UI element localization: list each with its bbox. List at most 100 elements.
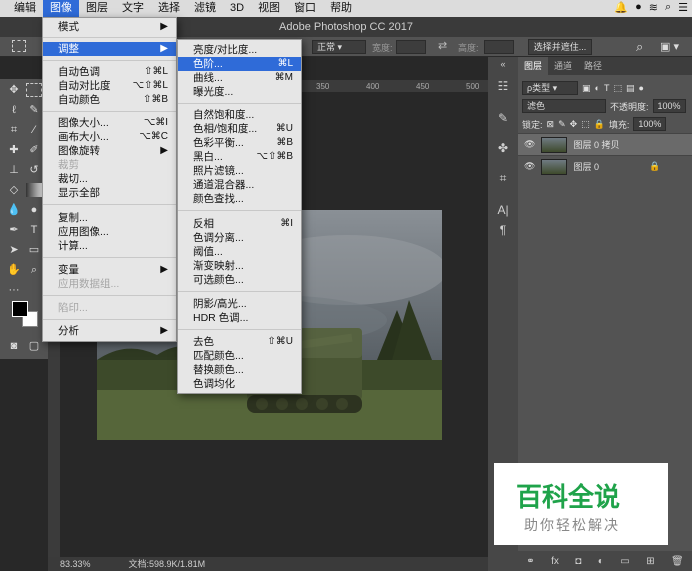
- fx-icon[interactable]: fx: [551, 556, 559, 567]
- add-mask-icon[interactable]: ◘: [575, 556, 581, 567]
- menu-item-vibrance[interactable]: 自然饱和度...: [178, 108, 301, 122]
- menu-layer[interactable]: 图层: [79, 0, 115, 17]
- collapse-icon[interactable]: «: [496, 59, 510, 73]
- menu-item-auto-color[interactable]: 自动颜色 ⇧⌘B: [43, 93, 176, 107]
- zoom-tool-icon[interactable]: ⌕: [26, 263, 42, 277]
- hand-tool-icon[interactable]: ✋: [6, 263, 22, 277]
- fill-field[interactable]: 100%: [633, 117, 667, 131]
- user-icon[interactable]: ●: [635, 1, 642, 14]
- eraser-tool-icon[interactable]: ◇: [6, 183, 22, 197]
- menu-item-channel-mixer[interactable]: 通道混合器...: [178, 178, 301, 192]
- menu-item-mode[interactable]: 模式 ▶: [43, 20, 176, 34]
- menu-item-shadows-highlights[interactable]: 阴影/高光...: [178, 297, 301, 311]
- search-icon[interactable]: ⌕: [636, 39, 643, 55]
- menu-item-exposure[interactable]: 曝光度...: [178, 85, 301, 99]
- pen-tool-icon[interactable]: ✒: [6, 223, 22, 237]
- filter-adjust-icon[interactable]: ◐: [595, 83, 600, 93]
- menu-item-selective-color[interactable]: 可选颜色...: [178, 273, 301, 287]
- lock-position-icon[interactable]: ✥: [570, 119, 578, 130]
- menu-item-analysis[interactable]: 分析 ▶: [43, 324, 176, 338]
- menu-item-duplicate[interactable]: 复制...: [43, 211, 176, 225]
- menu-item-hue-saturation[interactable]: 色相/饱和度... ⌘U: [178, 122, 301, 136]
- visibility-eye-icon[interactable]: 👁: [524, 139, 535, 150]
- filter-image-icon[interactable]: ▣: [582, 83, 591, 94]
- width-field[interactable]: [396, 40, 426, 54]
- character-panel-icon[interactable]: A|: [496, 203, 510, 217]
- crop-panel-icon[interactable]: ⌗: [496, 171, 510, 185]
- move-tool-icon[interactable]: ✥: [6, 83, 22, 97]
- group-folder-icon[interactable]: ▭: [620, 556, 629, 567]
- wifi-icon[interactable]: ≋: [649, 1, 658, 14]
- eyedropper-icon[interactable]: ⁄: [26, 123, 42, 137]
- lock-all-icon[interactable]: 🔒: [594, 119, 605, 130]
- menu-item-trim[interactable]: 裁切...: [43, 172, 176, 186]
- new-layer-icon[interactable]: ⊞: [646, 556, 654, 567]
- menu-item-invert[interactable]: 反相 ⌘I: [178, 217, 301, 231]
- type-tool-icon[interactable]: T: [26, 223, 42, 237]
- layer-row[interactable]: 👁 图层 0 🔒: [518, 155, 692, 177]
- blend-mode-select[interactable]: 滤色: [522, 99, 606, 113]
- menu-item-desaturate[interactable]: 去色 ⇧⌘U: [178, 335, 301, 349]
- menu-item-reveal-all[interactable]: 显示全部: [43, 186, 176, 200]
- menu-item-auto-tone[interactable]: 自动色调 ⇧⌘L: [43, 65, 176, 79]
- visibility-eye-icon[interactable]: 👁: [524, 161, 535, 172]
- menu-item-hdr-toning[interactable]: HDR 色调...: [178, 311, 301, 325]
- shape-tool-icon[interactable]: ▭: [26, 243, 42, 257]
- foreground-color-swatch[interactable]: [12, 301, 28, 317]
- menu-item-black-white[interactable]: 黑白... ⌥⇧⌘B: [178, 150, 301, 164]
- menu-item-image-rotation[interactable]: 图像旋转 ▶: [43, 144, 176, 158]
- list-icon[interactable]: ☰: [678, 1, 688, 14]
- menu-item-image-size[interactable]: 图像大小... ⌥⌘I: [43, 116, 176, 130]
- menu-item-canvas-size[interactable]: 画布大小... ⌥⌘C: [43, 130, 176, 144]
- layer-row[interactable]: 👁 图层 0 拷贝: [518, 133, 692, 155]
- menu-item-color-balance[interactable]: 色彩平衡... ⌘B: [178, 136, 301, 150]
- menu-window[interactable]: 窗口: [287, 0, 323, 17]
- lock-pixels-icon[interactable]: ⊠: [547, 119, 555, 130]
- trash-icon[interactable]: 🗑: [671, 556, 684, 567]
- filter-shape-icon[interactable]: ⬚: [613, 83, 622, 94]
- history-panel-icon[interactable]: ☷: [496, 79, 510, 93]
- link-layers-icon[interactable]: ⚭: [526, 556, 534, 567]
- filter-smart-icon[interactable]: ▤: [626, 83, 635, 94]
- lock-paint-icon[interactable]: ✎: [558, 119, 566, 130]
- menu-item-auto-contrast[interactable]: 自动对比度 ⌥⇧⌘L: [43, 79, 176, 93]
- layer-filter-select[interactable]: ρ类型 ▾: [522, 81, 578, 95]
- quick-mask-icon[interactable]: ◙: [6, 339, 22, 353]
- menu-item-match-color[interactable]: 匹配颜色...: [178, 349, 301, 363]
- quick-select-icon[interactable]: ✎: [26, 103, 42, 117]
- menu-view[interactable]: 视图: [251, 0, 287, 17]
- brush-settings-icon[interactable]: ✎: [496, 111, 510, 125]
- menu-select[interactable]: 选择: [151, 0, 187, 17]
- dodge-tool-icon[interactable]: ●: [26, 203, 42, 217]
- lasso-tool-icon[interactable]: ℓ: [6, 103, 22, 117]
- filter-toggle-icon[interactable]: ●: [638, 83, 643, 93]
- workspace-icon[interactable]: ▣ ▾: [660, 40, 679, 53]
- lock-artboard-icon[interactable]: ⬚: [581, 119, 590, 130]
- history-brush-icon[interactable]: ↺: [26, 163, 42, 177]
- tab-channels[interactable]: 通道: [548, 57, 578, 75]
- adjustment-layer-icon[interactable]: ◐: [598, 556, 604, 567]
- menu-image[interactable]: 图像: [43, 0, 79, 17]
- marquee-tool-icon[interactable]: [26, 83, 42, 97]
- crop-tool-icon[interactable]: ⌗: [6, 123, 22, 137]
- healing-brush-icon[interactable]: ✚: [6, 143, 22, 157]
- screen-mode-icon[interactable]: ▢: [26, 339, 42, 353]
- menu-item-brightness-contrast[interactable]: 亮度/对比度...: [178, 43, 301, 57]
- brush-tool-icon[interactable]: ✐: [26, 143, 42, 157]
- menu-help[interactable]: 帮助: [323, 0, 359, 17]
- path-select-icon[interactable]: ➤: [6, 243, 22, 257]
- menu-item-levels[interactable]: 色阶... ⌘L: [178, 57, 301, 71]
- marquee-tool-icon[interactable]: [12, 40, 26, 52]
- menu-item-equalize[interactable]: 色调均化: [178, 377, 301, 391]
- menu-item-calculations[interactable]: 计算...: [43, 239, 176, 253]
- menu-item-color-lookup[interactable]: 颜色查找...: [178, 192, 301, 206]
- menu-item-photo-filter[interactable]: 照片滤镜...: [178, 164, 301, 178]
- menu-item-variables[interactable]: 变量 ▶: [43, 263, 176, 277]
- select-and-mask-button[interactable]: 选择并遮住...: [528, 39, 592, 55]
- menu-item-apply-image[interactable]: 应用图像...: [43, 225, 176, 239]
- menu-3d[interactable]: 3D: [223, 0, 251, 17]
- menu-filter[interactable]: 滤镜: [187, 0, 223, 17]
- search-icon[interactable]: ⌕: [665, 1, 671, 14]
- paragraph-panel-icon[interactable]: ¶: [496, 223, 510, 237]
- menu-item-posterize[interactable]: 色调分离...: [178, 231, 301, 245]
